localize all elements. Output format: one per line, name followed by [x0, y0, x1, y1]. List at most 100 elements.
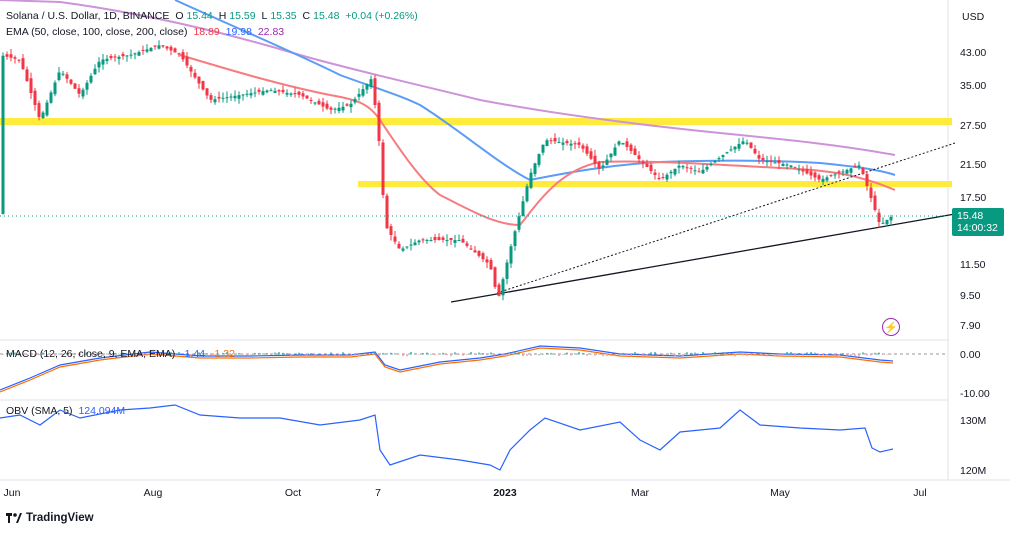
candle-body — [469, 248, 473, 250]
macd-histogram-bar — [2, 354, 4, 355]
macd-histogram-bar — [670, 352, 672, 355]
candle-body — [517, 216, 521, 230]
macd-histogram-bar — [306, 354, 308, 356]
change-value: +0.04 (+0.26%) — [345, 10, 418, 22]
candle-body — [801, 169, 805, 172]
macd-histogram-bar — [794, 354, 796, 357]
macd-histogram-bar — [758, 353, 760, 355]
macd-histogram-bar — [414, 353, 416, 355]
time-tick-label: Mar — [631, 487, 650, 499]
open-value: 15.44 — [186, 10, 213, 22]
symbol-name[interactable]: Solana / U.S. Dollar, 1D, BINANCE — [6, 10, 169, 22]
candle-body — [757, 155, 761, 159]
ema-legend-label: EMA (50, close, 100, close, 200, close) — [6, 26, 188, 38]
macd-histogram-bar — [314, 354, 316, 357]
candle-body — [249, 93, 253, 96]
macd-histogram-bar — [718, 354, 720, 357]
candle-body — [61, 73, 65, 75]
candle-body — [449, 238, 453, 240]
macd-histogram-bar — [486, 354, 488, 356]
candle-body — [81, 89, 85, 97]
macd-legend-label: MACD (12, 26, close, 9, EMA, EMA) — [6, 348, 176, 360]
tradingview-logo[interactable]: TradingView — [6, 512, 94, 524]
lightning-icon[interactable]: ⚡ — [882, 318, 900, 336]
macd-histogram-bar — [666, 354, 668, 356]
candle-body — [881, 222, 885, 224]
ema50-value: 18.89 — [193, 26, 220, 38]
candle-body — [701, 169, 705, 174]
macd-histogram-bar — [710, 354, 712, 356]
candle-body — [321, 102, 325, 107]
macd-histogram-bar — [286, 353, 288, 355]
macd-histogram-bar — [810, 352, 812, 355]
macd-histogram-bar — [578, 352, 580, 355]
macd-histogram-bar — [634, 352, 636, 355]
macd-histogram-bar — [554, 353, 556, 355]
macd-histogram-bar — [650, 352, 652, 355]
bar-countdown: 14:00:32 — [957, 222, 998, 234]
ema100-value: 19.98 — [225, 26, 252, 38]
candle-body — [121, 53, 125, 57]
candle-body — [413, 242, 417, 246]
chart-canvas[interactable]: 43.00 35.00 27.50 21.50 17.50 11.50 9.50 7.90 J… — [0, 0, 1024, 534]
candle-body — [677, 165, 681, 168]
macd-histogram-bar — [562, 354, 564, 355]
candle-body — [493, 267, 497, 287]
macd-histogram-bar — [518, 352, 520, 355]
currency-label[interactable]: USD — [962, 11, 984, 23]
candle-body — [785, 164, 789, 166]
ema-legend[interactable]: EMA (50, close, 100, close, 200, close) … — [6, 26, 287, 39]
candle-body — [453, 240, 457, 243]
candle-body — [837, 171, 841, 173]
macd-histogram-bar — [418, 354, 420, 355]
macd-histogram-bar — [354, 354, 356, 356]
candle-body — [261, 91, 265, 95]
candle-body — [377, 102, 381, 141]
macd-histogram-bar — [334, 354, 336, 356]
candle-body — [829, 175, 833, 177]
candle-body — [441, 237, 445, 240]
candle-body — [237, 95, 241, 99]
macd-histogram-bar — [878, 352, 880, 355]
candle-body — [345, 104, 349, 106]
candle-body — [813, 172, 817, 178]
macd-value: -1.44 — [181, 348, 206, 360]
macd-histogram-bar — [542, 353, 544, 355]
candle-body — [565, 140, 569, 144]
candle-body — [297, 91, 301, 95]
macd-histogram-bar — [474, 354, 476, 355]
candle-body — [173, 48, 177, 53]
candle-body — [105, 58, 109, 61]
candle-body — [205, 88, 209, 96]
macd-histogram-bar — [470, 352, 472, 355]
candle-body — [657, 177, 661, 179]
macd-histogram-bar — [806, 352, 808, 355]
macd-histogram-bar — [538, 354, 540, 356]
symbol-legend: Solana / U.S. Dollar, 1D, BINANCE O 15.44… — [6, 10, 418, 22]
candle-body — [9, 54, 13, 58]
candle-body — [33, 90, 37, 105]
candle-body — [465, 243, 469, 246]
macd-histogram-bar — [558, 354, 560, 357]
macd-histogram-bar — [714, 352, 716, 355]
macd-histogram-bar — [466, 354, 468, 355]
candle-body — [793, 167, 797, 169]
ema200-value: 22.83 — [257, 26, 285, 38]
obv-legend[interactable]: OBV (SMA, 5) 124.094M — [6, 405, 128, 418]
candle-body — [761, 157, 765, 161]
macd-histogram-bar — [546, 352, 548, 355]
candle-body — [305, 95, 309, 99]
candle-body — [605, 159, 609, 165]
macd-histogram-bar — [478, 352, 480, 355]
candle-body — [457, 240, 461, 241]
candle-body — [97, 61, 101, 68]
candle-body — [573, 143, 577, 145]
candle-body — [857, 165, 861, 168]
candle-body — [389, 226, 393, 235]
macd-histogram-bar — [866, 354, 868, 356]
obv-line — [0, 404, 894, 471]
macd-legend[interactable]: MACD (12, 26, close, 9, EMA, EMA) -1.44 … — [6, 348, 238, 361]
candle-body — [697, 171, 701, 173]
candle-body — [397, 243, 401, 249]
candle-body — [141, 49, 145, 51]
